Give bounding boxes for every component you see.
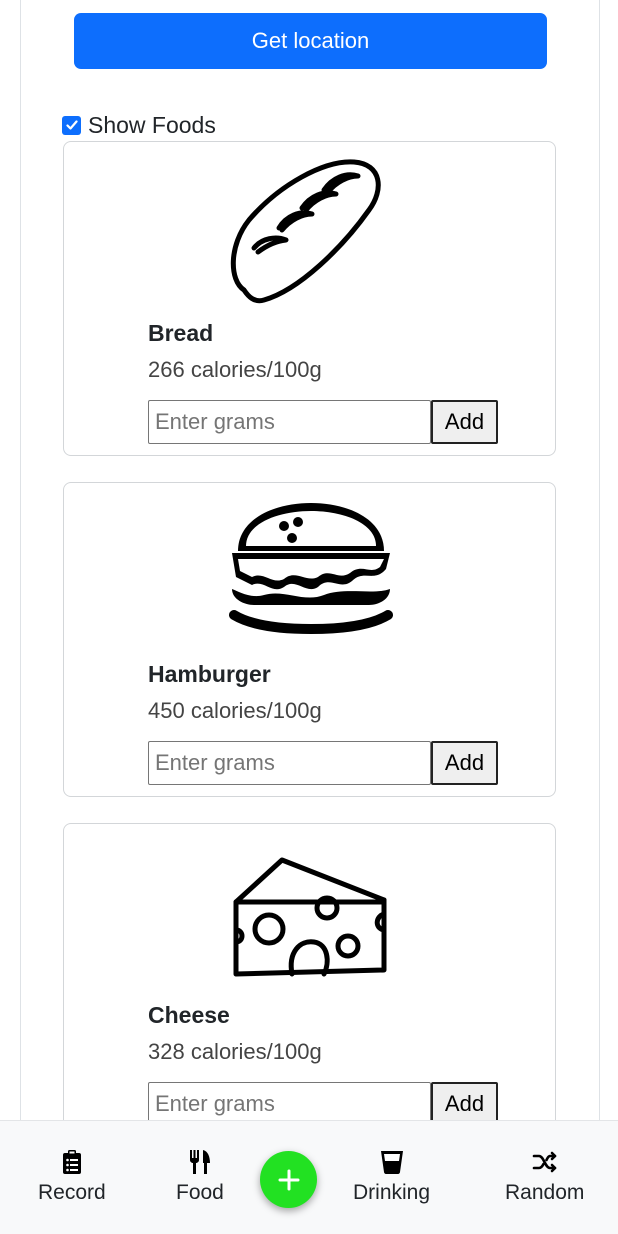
show-foods-checkbox[interactable]	[62, 115, 81, 135]
show-foods-label: Show Foods	[88, 111, 216, 138]
nav-drinking-label: Drinking	[353, 1181, 431, 1204]
nav-drinking[interactable]: Drinking	[353, 1149, 430, 1205]
fork-knife-icon	[189, 1150, 210, 1174]
nav-record[interactable]: Record	[38, 1149, 106, 1205]
nav-random[interactable]: Random	[505, 1149, 584, 1205]
bread-icon	[224, 150, 399, 310]
food-name: Hamburger	[148, 661, 271, 687]
content-border-right	[599, 0, 600, 1234]
content-border-left	[20, 0, 21, 1234]
shuffle-icon	[532, 1151, 556, 1173]
cheese-icon	[224, 832, 399, 992]
nav-random-label: Random	[505, 1181, 585, 1204]
food-name: Cheese	[148, 1002, 230, 1028]
glass-icon	[380, 1151, 403, 1174]
add-button[interactable]: Add	[431, 400, 498, 444]
grams-input[interactable]	[148, 400, 431, 444]
add-entry-button[interactable]	[260, 1151, 317, 1208]
show-foods-toggle[interactable]: Show Foods	[62, 110, 216, 140]
bottom-nav: Record Food Drinking Random	[0, 1120, 618, 1234]
food-card-cheese: Cheese 328 calories/100g Add	[63, 823, 556, 1138]
food-calories: 266 calories/100g	[148, 357, 322, 382]
food-calories: 328 calories/100g	[148, 1039, 322, 1064]
app-page: Get location Show Foods Bread 266 calori…	[0, 0, 618, 1234]
nav-food-label: Food	[176, 1181, 224, 1204]
food-card-bread: Bread 266 calories/100g Add	[63, 141, 556, 456]
plus-icon	[278, 1169, 299, 1190]
nav-record-label: Record	[38, 1181, 106, 1204]
food-card-hamburger: Hamburger 450 calories/100g Add	[63, 482, 556, 797]
food-calories: 450 calories/100g	[148, 698, 322, 723]
nav-food[interactable]: Food	[176, 1149, 224, 1205]
get-location-button[interactable]: Get location	[74, 13, 547, 69]
clipboard-icon	[62, 1150, 81, 1174]
add-button[interactable]: Add	[431, 741, 498, 785]
food-name: Bread	[148, 320, 214, 346]
hamburger-icon	[224, 491, 399, 651]
grams-input[interactable]	[148, 741, 431, 785]
